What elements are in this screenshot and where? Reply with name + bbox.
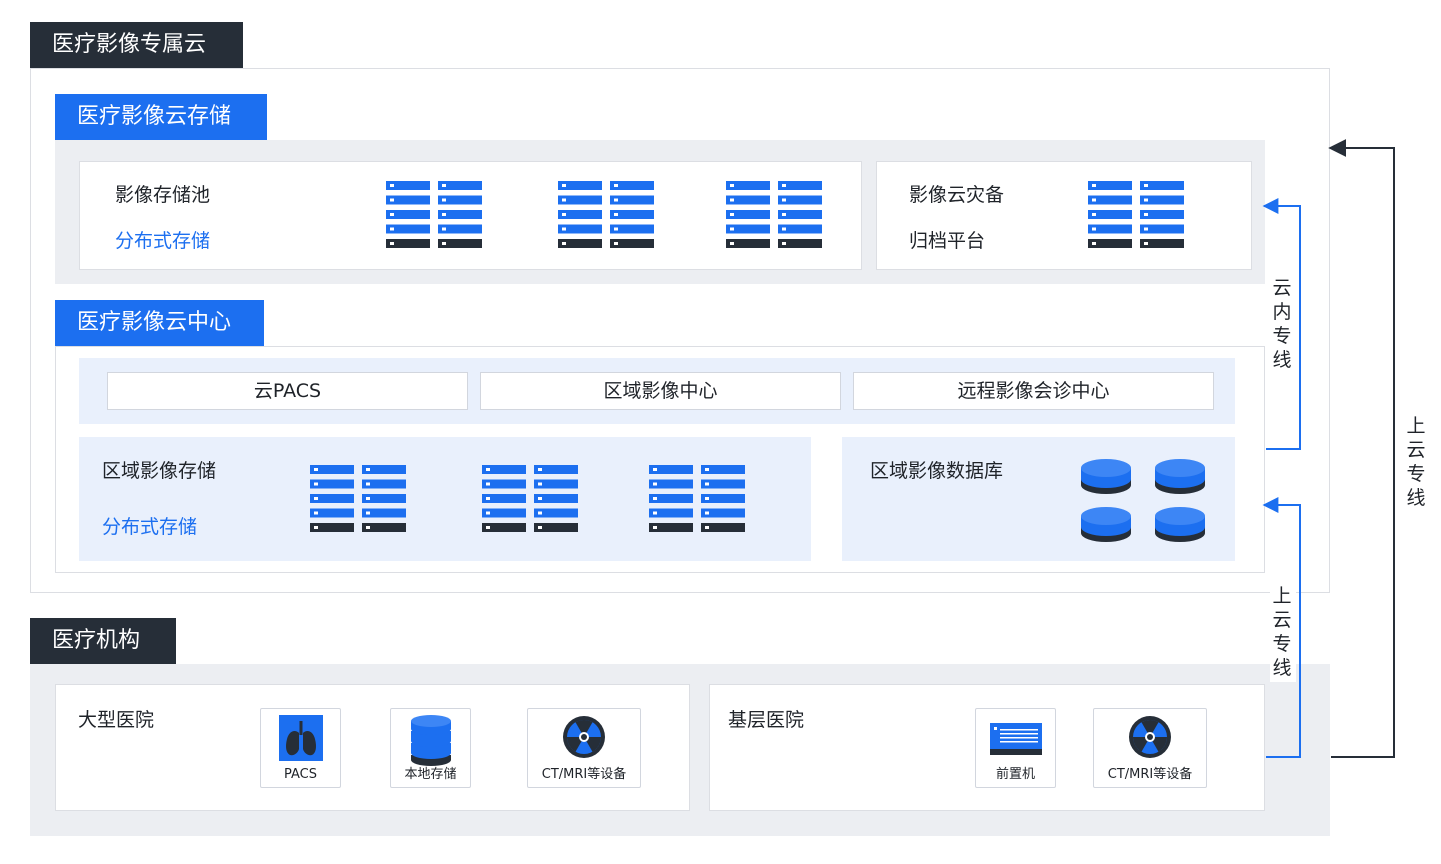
- connector-lines: [1262, 139, 1395, 758]
- intra-cloud-label: 云内专线: [1272, 277, 1292, 371]
- upload-outer-label: 上云专线: [1406, 415, 1426, 509]
- upload-outer-arrow: [1328, 139, 1395, 758]
- upload-inner-label: 上云专线: [1272, 585, 1292, 679]
